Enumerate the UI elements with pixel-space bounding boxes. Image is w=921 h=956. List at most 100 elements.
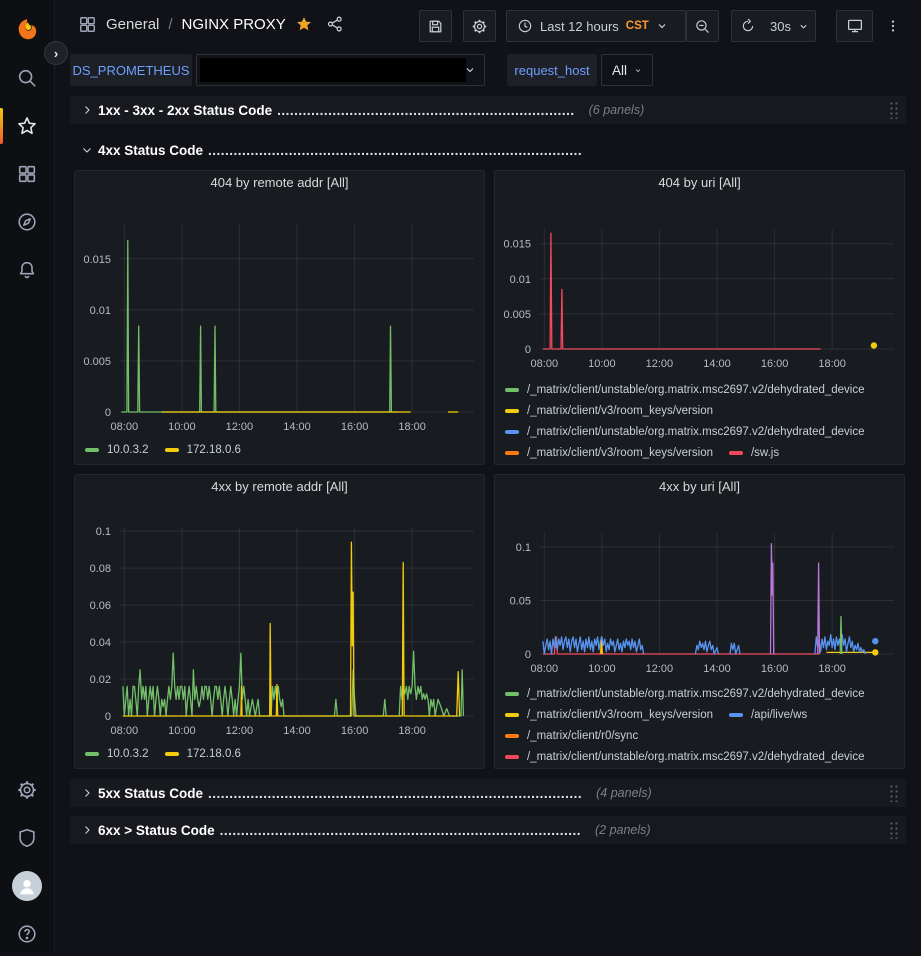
svg-text:0.015: 0.015: [503, 239, 531, 251]
request-host-variable-label[interactable]: request_host: [507, 54, 597, 86]
configuration-gear-icon[interactable]: [0, 768, 54, 812]
legend-series-swatch: [729, 451, 743, 455]
time-range-label: Last 12 hours: [540, 19, 619, 34]
legend-item[interactable]: 10.0.3.2: [85, 743, 149, 764]
avatar: [12, 871, 42, 901]
row-6xx[interactable]: 6xx > Status Code ......................…: [70, 816, 906, 844]
timeseries-chart[interactable]: 00.0050.010.01508:0010:0012:0014:0016:00…: [76, 211, 484, 438]
panel-title[interactable]: 404 by remote addr [All]: [75, 175, 484, 190]
svg-text:14:00: 14:00: [703, 663, 731, 675]
request-host-variable-value[interactable]: All: [601, 54, 653, 86]
svg-text:12:00: 12:00: [226, 421, 254, 433]
save-dashboard-button[interactable]: [419, 10, 452, 42]
svg-text:08:00: 08:00: [111, 725, 139, 737]
legend-series-swatch: [505, 451, 519, 455]
legend-item[interactable]: /_matrix/client/unstable/org.matrix.msc2…: [505, 379, 865, 400]
timeseries-chart[interactable]: 00.050.108:0010:0012:0014:0016:0018:00: [496, 521, 904, 680]
legend-series-label: 172.18.0.6: [187, 748, 241, 760]
row-panel-count: (6 panels): [589, 103, 645, 117]
legend-item[interactable]: /sw.js: [729, 442, 779, 463]
breadcrumb-dashboard-title[interactable]: NGINX PROXY: [182, 16, 286, 33]
svg-text:0: 0: [105, 407, 111, 419]
refresh-button[interactable]: [731, 10, 765, 42]
legend-item[interactable]: /_matrix/client/unstable/org.matrix.msc2…: [505, 683, 865, 704]
legend-series-label: /sw.js: [751, 447, 779, 459]
timeseries-chart[interactable]: 00.020.040.060.080.108:0010:0012:0014:00…: [76, 515, 484, 742]
row-title-dots: ........................................…: [208, 786, 582, 801]
timeseries-chart[interactable]: 00.0050.010.01508:0010:0012:0014:0016:00…: [496, 217, 904, 375]
legend-series-swatch: [85, 448, 99, 452]
svg-text:14:00: 14:00: [283, 725, 311, 737]
kiosk-mode-button[interactable]: [836, 10, 873, 42]
legend-item[interactable]: /_matrix/client/unstable/org.matrix.msc2…: [505, 746, 865, 767]
dashboards-icon[interactable]: [0, 152, 54, 196]
panel-4xx-by-uri: 4xx by uri [All] 00.050.108:0010:0012:00…: [494, 474, 905, 769]
legend-series-swatch: [165, 448, 179, 452]
refresh-interval-value: 30s: [770, 19, 791, 34]
legend-item[interactable]: /_matrix/client/r0/sync: [505, 725, 638, 746]
refresh-interval-dropdown[interactable]: 30s: [764, 10, 816, 42]
dashboard-settings-button[interactable]: [463, 10, 496, 42]
svg-text:18:00: 18:00: [818, 663, 846, 675]
svg-text:0.1: 0.1: [516, 542, 531, 554]
chart-legend: 10.0.3.2 172.18.0.6: [85, 743, 482, 764]
datasource-label-text: DS_PROMETHEUS: [72, 63, 189, 78]
svg-text:0.05: 0.05: [510, 596, 531, 608]
legend-item[interactable]: 172.18.0.6: [165, 439, 241, 460]
favorite-star-icon[interactable]: [295, 15, 313, 33]
row-4xx[interactable]: 4xx Status Code ........................…: [70, 138, 906, 162]
legend-item[interactable]: /_matrix/client/v3/room_keys/version: [505, 400, 713, 421]
legend-series-swatch: [505, 734, 519, 738]
help-icon[interactable]: [0, 912, 54, 956]
zoom-out-button[interactable]: [686, 10, 719, 42]
legend-series-swatch: [85, 752, 99, 756]
request-host-label-text: request_host: [514, 63, 589, 78]
legend-series-swatch: [505, 409, 519, 413]
svg-text:0.005: 0.005: [83, 356, 111, 368]
legend-item[interactable]: 172.18.0.6: [165, 743, 241, 764]
svg-text:18:00: 18:00: [818, 358, 846, 370]
row-1xx-3xx-2xx[interactable]: 1xx - 3xx - 2xx Status Code ............…: [70, 96, 906, 124]
legend-item[interactable]: /api/live/ws: [729, 704, 807, 725]
chevron-right-icon: [78, 101, 96, 119]
legend-series-swatch: [505, 713, 519, 717]
svg-text:14:00: 14:00: [703, 358, 731, 370]
legend-item[interactable]: /_matrix/client/v3/room_keys/version: [505, 442, 713, 463]
svg-text:0.08: 0.08: [90, 563, 111, 575]
user-avatar[interactable]: [0, 864, 54, 908]
alerting-bell-icon[interactable]: [0, 248, 54, 292]
legend-series-label: /_matrix/client/unstable/org.matrix.msc2…: [527, 751, 865, 763]
row-5xx[interactable]: 5xx Status Code ........................…: [70, 779, 906, 807]
search-icon[interactable]: [0, 56, 54, 100]
panel-404-by-uri: 404 by uri [All] 00.0050.010.01508:0010:…: [494, 170, 905, 465]
legend-item[interactable]: /_matrix/client/v3/room_keys/version: [505, 704, 713, 725]
panel-title[interactable]: 4xx by remote addr [All]: [75, 479, 484, 494]
row-drag-handle[interactable]: [889, 784, 898, 802]
starred-icon[interactable]: [0, 104, 54, 148]
chevron-right-icon: [78, 784, 96, 802]
datasource-variable-label[interactable]: DS_PROMETHEUS: [70, 54, 192, 86]
server-admin-shield-icon[interactable]: [0, 816, 54, 860]
panel-4xx-by-remote-addr: 4xx by remote addr [All] 00.020.040.060.…: [74, 474, 485, 769]
row-panel-count: (4 panels): [596, 786, 652, 800]
panel-title[interactable]: 4xx by uri [All]: [495, 479, 904, 494]
svg-text:16:00: 16:00: [341, 421, 369, 433]
sidebar-expand-button[interactable]: ›: [44, 41, 68, 65]
legend-item[interactable]: 10.0.3.2: [85, 439, 149, 460]
legend-item[interactable]: /_matrix/client/unstable/org.matrix.msc2…: [505, 421, 865, 442]
more-options-kebab-button[interactable]: [879, 10, 907, 42]
explore-compass-icon[interactable]: [0, 200, 54, 244]
svg-text:18:00: 18:00: [398, 421, 426, 433]
datasource-variable-value[interactable]: [196, 54, 485, 86]
share-icon[interactable]: [326, 15, 344, 33]
svg-text:0.015: 0.015: [83, 254, 111, 266]
panel-title[interactable]: 404 by uri [All]: [495, 175, 904, 190]
breadcrumb-folder[interactable]: General: [106, 16, 159, 33]
chart-legend: /_matrix/client/unstable/org.matrix.msc2…: [505, 379, 902, 465]
time-range-picker[interactable]: Last 12 hours CST: [506, 10, 686, 42]
svg-text:16:00: 16:00: [341, 725, 369, 737]
row-drag-handle[interactable]: [889, 101, 898, 119]
svg-text:10:00: 10:00: [168, 421, 196, 433]
row-drag-handle[interactable]: [889, 821, 898, 839]
svg-text:0.06: 0.06: [90, 600, 111, 612]
